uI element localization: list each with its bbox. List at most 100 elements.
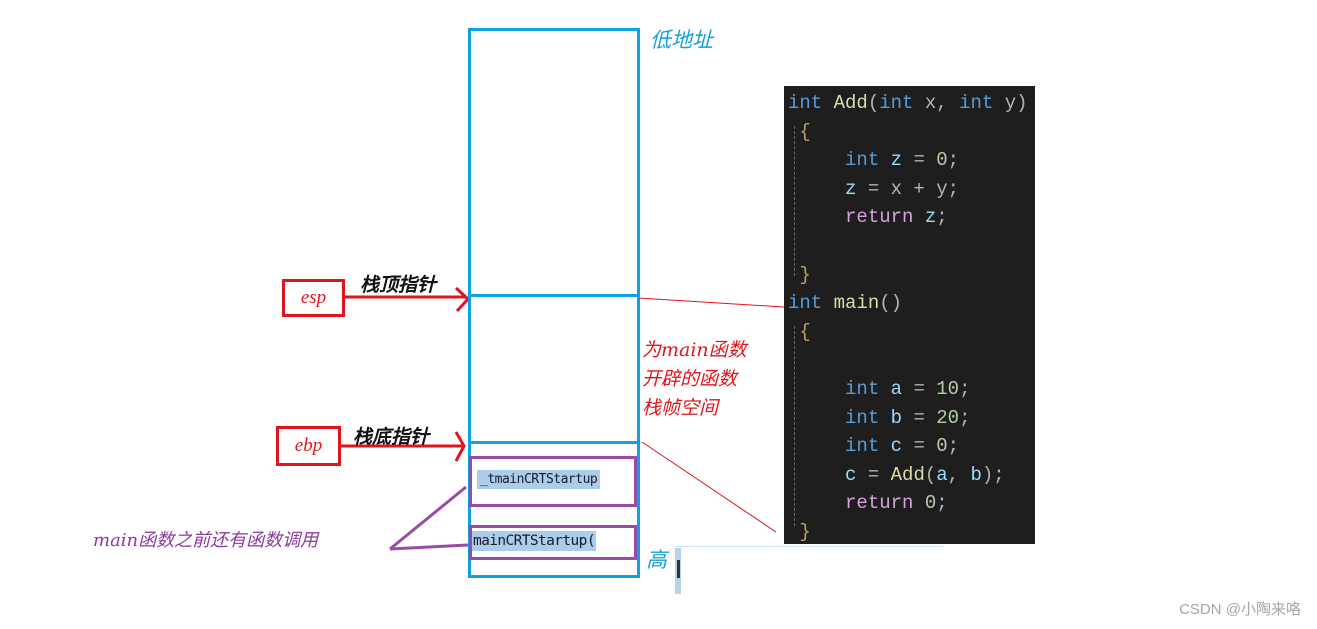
- esp-frame-boundary: [468, 294, 640, 297]
- code-token: ;: [959, 378, 971, 400]
- frame-space-note-line: 栈帧空间: [642, 397, 719, 419]
- code-token: =: [902, 149, 937, 172]
- code-token: {: [788, 320, 811, 343]
- code-line: int main(): [788, 289, 902, 317]
- prior-calls-note: main函数之前还有函数调用: [93, 530, 319, 551]
- code-token: int: [879, 92, 914, 114]
- code-line: {: [788, 318, 811, 346]
- esp-register-box: esp: [282, 279, 345, 317]
- code-token: x,: [913, 92, 960, 114]
- code-token: =: [902, 435, 937, 458]
- code-token: z: [845, 177, 857, 200]
- code-token: 0: [936, 435, 948, 458]
- code-token: Add: [890, 463, 925, 486]
- frame-space-note-line: 为main函数: [642, 339, 747, 361]
- code-token: );: [981, 463, 1005, 486]
- screenshot-fragment-cursor: [677, 560, 680, 578]
- code-token: = x + y;: [856, 177, 960, 200]
- code-line: return 0;: [788, 489, 948, 517]
- code-token: (: [924, 463, 937, 486]
- code-line: int c = 0;: [788, 432, 959, 460]
- code-token: {: [788, 120, 811, 143]
- code-token: ;: [959, 406, 971, 429]
- code-token: =: [902, 406, 937, 429]
- code-token: ,: [947, 463, 971, 486]
- code-token: z: [924, 206, 937, 229]
- code-token: int: [959, 92, 994, 114]
- esp-arrow-head: [454, 286, 471, 313]
- code-token: a: [936, 463, 948, 486]
- code-token: int: [788, 92, 823, 114]
- code-token: return: [845, 206, 914, 229]
- stack-bottom-pointer-label: 栈底指针: [353, 426, 430, 448]
- code-token: c: [845, 463, 857, 486]
- code-editor-panel: int Add(int x, int y) { int z = 0; z = x…: [784, 86, 1035, 544]
- code-line: z = x + y;: [788, 175, 959, 203]
- code-token: ;: [947, 435, 960, 458]
- call-frame-label: mainCRTStartup(: [472, 531, 596, 551]
- screenshot-fragment-edge: [675, 546, 945, 547]
- ebp-register-box: ebp: [276, 426, 341, 466]
- code-token: (): [879, 292, 903, 315]
- code-line: int z = 0;: [788, 146, 959, 174]
- code-token: main: [833, 292, 880, 315]
- code-line: int b = 20;: [788, 404, 970, 432]
- code-line: }: [788, 261, 811, 289]
- esp-register-label: esp: [300, 287, 327, 308]
- code-token: 0: [924, 492, 937, 515]
- call-frame-tmaincrtstartup: _tmainCRTStartup: [469, 456, 637, 507]
- prior-call-line-1: [389, 485, 467, 551]
- code-token: int: [845, 406, 880, 429]
- code-line: int Add(int x, int y): [788, 89, 1028, 117]
- code-token: b: [970, 463, 982, 486]
- code-token: int: [845, 435, 880, 458]
- code-line: int a = 10;: [788, 375, 970, 403]
- code-line: }: [788, 518, 811, 544]
- low-address-label: 低地址: [650, 28, 713, 52]
- code-token: a: [890, 378, 903, 400]
- code-line: c = Add(a, b);: [788, 461, 1005, 489]
- prior-call-line-2: [389, 543, 469, 551]
- code-token: z: [890, 149, 903, 172]
- call-frame-label: _tmainCRTStartup: [477, 470, 601, 489]
- code-token: 0: [936, 149, 948, 172]
- ebp-frame-boundary: [468, 441, 640, 444]
- ebp-register-label: ebp: [294, 435, 323, 456]
- high-address-label: 高: [646, 548, 667, 572]
- code-token: return: [845, 492, 914, 515]
- code-line: {: [788, 118, 811, 146]
- code-token: }: [788, 263, 811, 286]
- code-token: int: [845, 149, 880, 172]
- code-token: ;: [947, 149, 960, 172]
- frame-space-note-line: 开辟的函数: [642, 368, 738, 390]
- code-token: c: [890, 435, 903, 458]
- code-token: ;: [936, 492, 948, 515]
- frame-space-note: 为main函数 开辟的函数 栈帧空间: [642, 336, 747, 423]
- code-line: return z;: [788, 203, 948, 231]
- code-token: (: [867, 92, 880, 114]
- code-token: 20: [936, 406, 960, 429]
- code-token: =: [856, 463, 891, 486]
- code-token: 10: [936, 378, 960, 400]
- frame-bottom-link-line: [641, 441, 777, 533]
- code-token: }: [788, 521, 811, 543]
- code-token: b: [890, 406, 903, 429]
- code-token: int: [788, 292, 823, 315]
- frame-top-link-line: [637, 297, 785, 308]
- code-token: Add: [833, 92, 868, 114]
